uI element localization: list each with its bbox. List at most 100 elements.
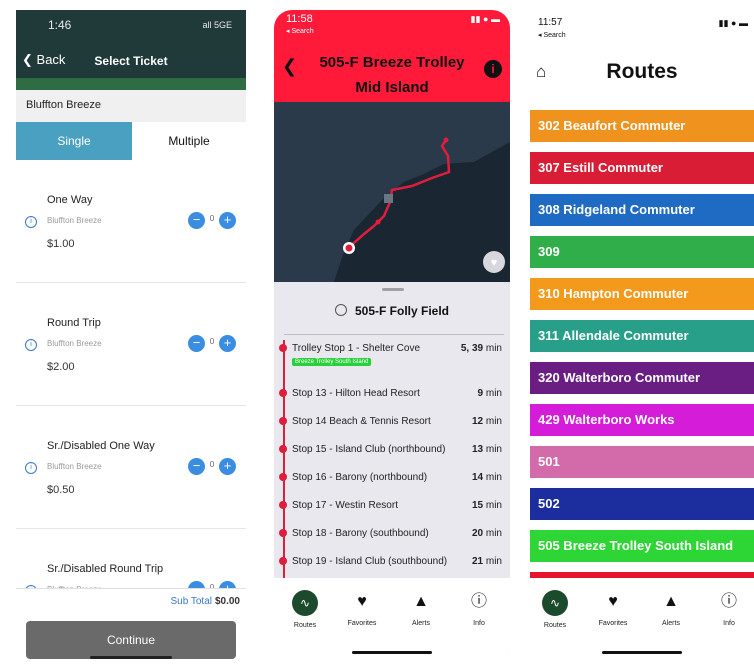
agency-name: Bluffton Breeze [26,99,102,111]
route-button[interactable]: 429 Walterboro Works [530,404,754,436]
route-button[interactable]: 307 Estill Commuter [530,152,754,184]
page-title: Select Ticket [94,54,168,68]
status-time: 1:46 [48,18,72,32]
ticket-row: One Way i Bluffton Breeze $1.00 − 0 + [16,160,246,283]
minus-icon[interactable]: − [188,212,205,229]
stop-eta: 9 min [477,388,502,399]
stop-name: Stop 18 - Barony (southbound) [292,528,429,539]
plus-icon[interactable]: + [219,335,236,352]
status-time: 11:58 [286,13,313,25]
minus-icon[interactable]: − [188,458,205,475]
stop-eta: 20 min [471,528,502,539]
tab-label: Alerts [662,620,680,627]
route-title-line2: Mid Island [355,79,429,96]
route-button[interactable]: 502 [530,488,754,520]
tab-label: Favorites [598,620,628,627]
stop-row[interactable]: Stop 14 Beach & Tennis Resort 12 min [274,411,510,439]
stop-name: Stop 17 - Westin Resort [292,500,398,511]
stop-name: Stop 14 Beach & Tennis Resort [292,416,431,427]
status-signal: all 5GE [202,20,232,30]
info-icon[interactable]: i [25,216,37,228]
route-button[interactable]: 320 Walterboro Commuter [530,362,754,394]
routes-screen: 11:57 ◂ Search ▮▮ ● ▬ ⌂ Routes 302 Beauf… [526,10,754,664]
info-icon[interactable]: i [25,339,37,351]
tab-alerts[interactable]: ▲ Alerts [396,590,446,627]
tab-multiple[interactable]: Multiple [132,122,246,160]
stop-row[interactable]: Stop 13 - Hilton Head Resort 9 min [274,383,510,411]
divider [284,334,504,335]
ticket-agency: Bluffton Breeze [47,339,102,348]
stop-eta: 12 min [471,416,502,427]
stop-row[interactable]: Stop 18 - Barony (southbound) 20 min [274,523,510,551]
sheet-grabber[interactable] [382,288,404,291]
stop-eta: 15 min [471,500,502,511]
tab-info[interactable]: ⓘ Info [704,590,754,627]
tab-favorites[interactable]: ♥ Favorites [337,590,387,627]
info-icon: ⓘ [720,593,737,610]
stop-row[interactable]: Trolley Stop 1 - Shelter Cove 5, 39 min … [274,338,510,366]
route-button[interactable]: 505 Breeze Trolley South Island [530,530,754,562]
route-map[interactable]: ♥ [274,102,510,282]
tab-alerts[interactable]: ▲ Alerts [646,590,696,627]
ticket-agency: Bluffton Breeze [47,462,102,471]
ticket-row: Sr./Disabled One Way i Bluffton Breeze $… [16,406,246,529]
tab-routes[interactable]: ∿ Routes [530,590,580,629]
tab-favorites[interactable]: ♥ Favorites [588,590,638,627]
tab-info[interactable]: ⓘ Info [454,590,504,627]
back-to-search-link[interactable]: ◂ Search [538,31,566,39]
destination-icon [334,304,347,316]
stop-name: Stop 15 - Island Club (northbound) [292,444,446,455]
page-title: Routes [606,60,678,83]
home-icon[interactable]: ⌂ [536,62,546,82]
stop-row[interactable]: Stop 16 - Barony (northbound) 14 min [274,467,510,495]
route-button[interactable]: 302 Beaufort Commuter [530,110,754,142]
plus-icon[interactable]: + [219,458,236,475]
tab-single[interactable]: Single [16,122,132,160]
destination-title: 505-F Folly Field [274,304,510,318]
route-button[interactable]: 501 [530,446,754,478]
chevron-left-icon[interactable]: ❮ [282,56,297,77]
quantity-value: 0 [209,337,215,346]
stop-name: Stop 16 - Barony (northbound) [292,472,428,483]
stop-name: Stop 13 - Hilton Head Resort [292,388,420,399]
plus-icon[interactable]: + [219,212,236,229]
tab-label: Routes [543,622,567,629]
route-button[interactable]: 309 [530,236,754,268]
agency-row: Bluffton Breeze [16,90,246,122]
ticket-name: Sr./Disabled Round Trip [47,563,164,575]
quantity-stepper: − 0 + [188,212,236,229]
route-button[interactable]: 311 Allendale Commuter [530,320,754,352]
info-icon[interactable]: i [25,462,37,474]
route-button[interactable]: 308 Ridgeland Commuter [530,194,754,226]
continue-button[interactable]: Continue [26,621,236,659]
stop-eta: 13 min [471,444,502,455]
tab-bar: ∿ Routes ♥ Favorites ▲ Alerts ⓘ Info [526,578,754,664]
ticket-tabs: Single Multiple [16,122,246,160]
ticket-name: Sr./Disabled One Way [47,440,155,452]
stop-name: Trolley Stop 1 - Shelter Cove [292,343,421,354]
routes-list[interactable]: 302 Beaufort Commuter 307 Estill Commute… [530,110,754,582]
stop-dot [279,344,287,352]
stop-row[interactable]: Stop 17 - Westin Resort 15 min [274,495,510,523]
route-title: 505-F Breeze Trolley Mid Island [304,50,480,100]
quantity-stepper: − 0 + [188,458,236,475]
route-icon: ∿ [542,590,568,616]
minus-icon[interactable]: − [188,335,205,352]
stop-row[interactable]: Stop 19 - Island Club (southbound) 21 mi… [274,551,510,579]
ticket-row: Round Trip i Bluffton Breeze $2.00 − 0 + [16,283,246,406]
home-indicator [352,651,432,654]
stop-name: Stop 19 - Island Club (southbound) [292,556,448,567]
heart-icon: ♥ [608,593,618,610]
tab-label: Info [473,620,485,627]
svg-text:♥: ♥ [491,257,498,269]
home-indicator [602,651,682,654]
back-to-search-link[interactable]: ◂ Search [286,27,314,35]
select-ticket-screen: 1:46 all 5GE ❮ Back Select Ticket Blufft… [16,10,246,664]
tab-label: Info [723,620,735,627]
route-button[interactable]: 310 Hampton Commuter [530,278,754,310]
tab-routes[interactable]: ∿ Routes [280,590,330,629]
home-indicator [90,656,172,659]
subtotal-label: Sub Total [170,596,212,607]
stop-row[interactable]: Stop 15 - Island Club (northbound) 13 mi… [274,439,510,467]
info-icon[interactable]: i [484,60,502,78]
